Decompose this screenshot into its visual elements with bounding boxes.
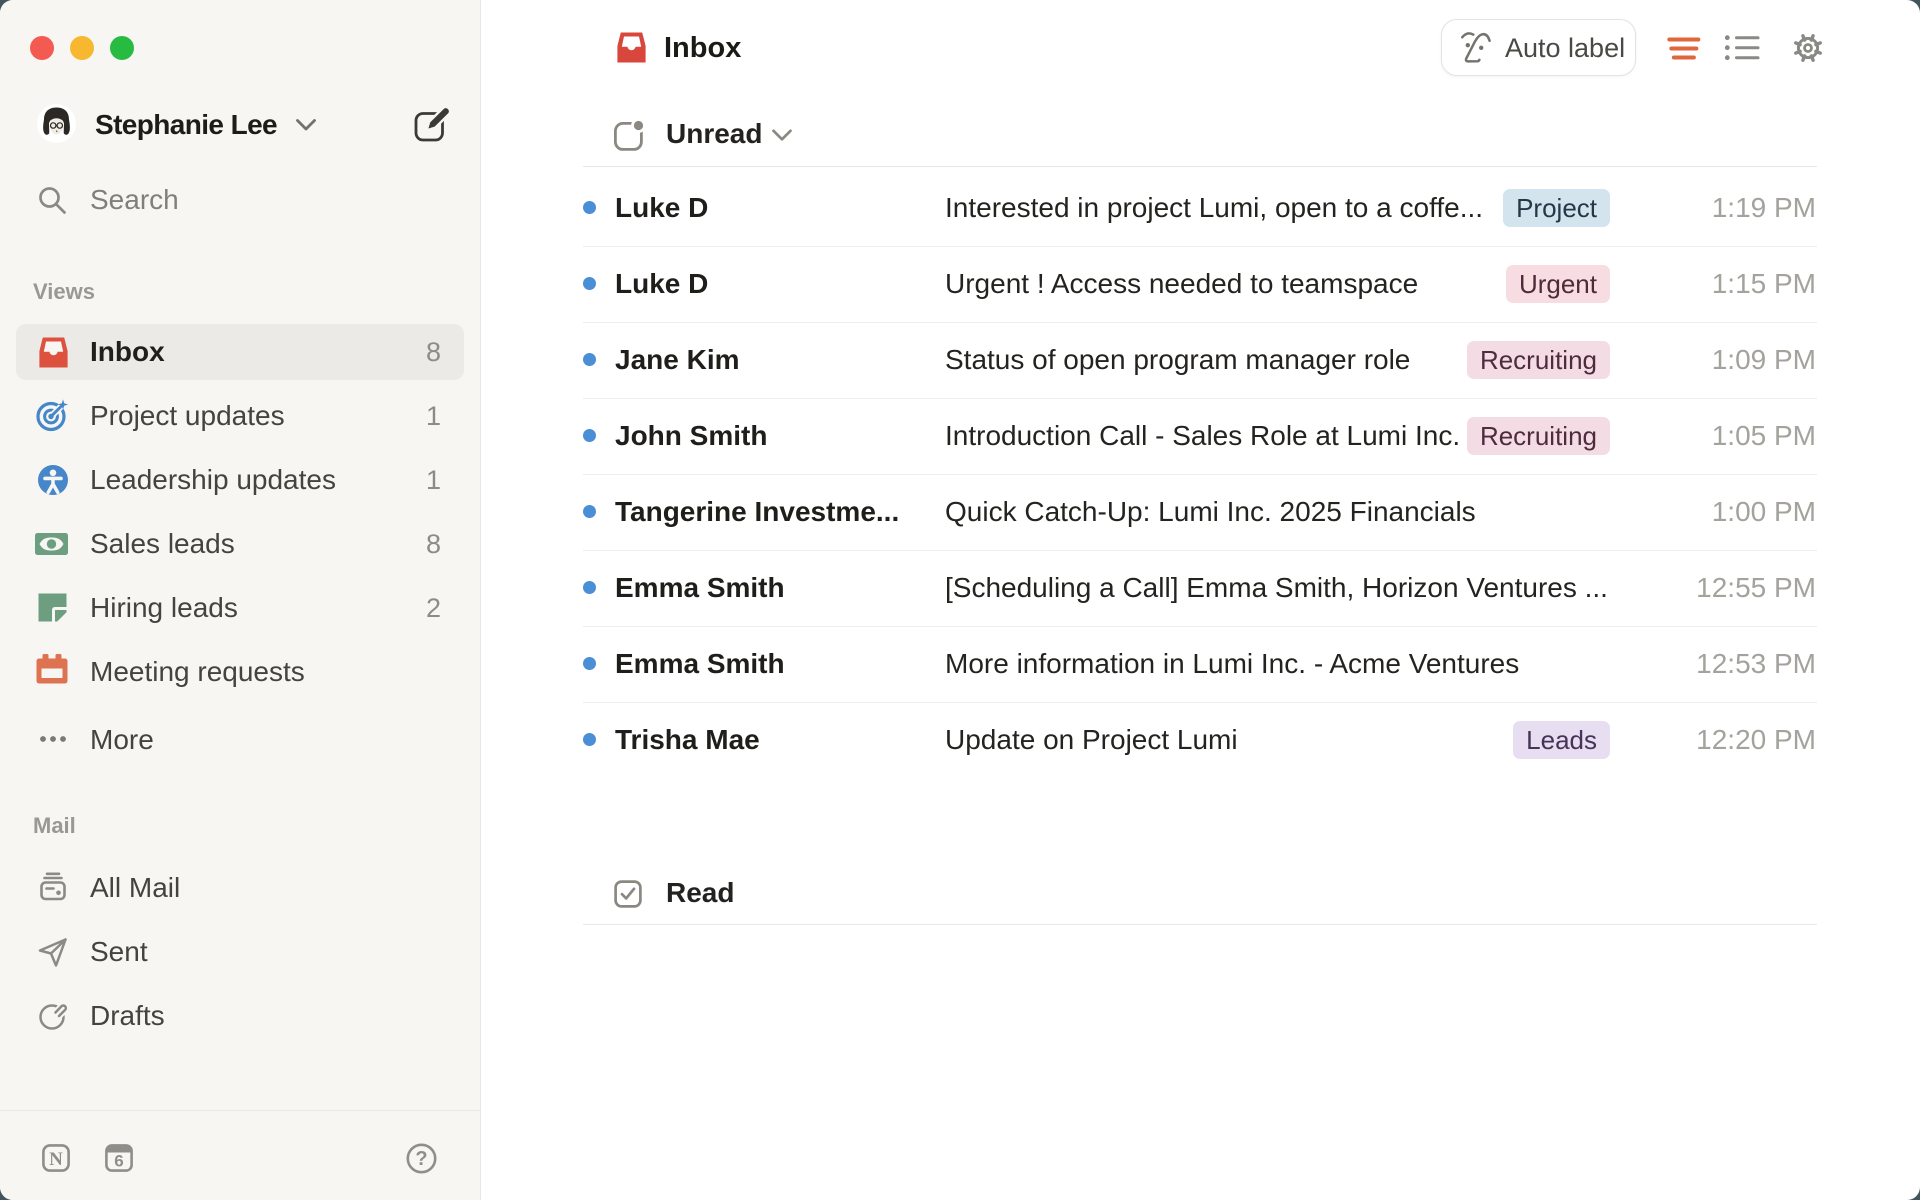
svg-text:6: 6 (114, 1152, 123, 1171)
svg-text:N: N (49, 1149, 63, 1170)
svg-text:?: ? (415, 1148, 427, 1170)
